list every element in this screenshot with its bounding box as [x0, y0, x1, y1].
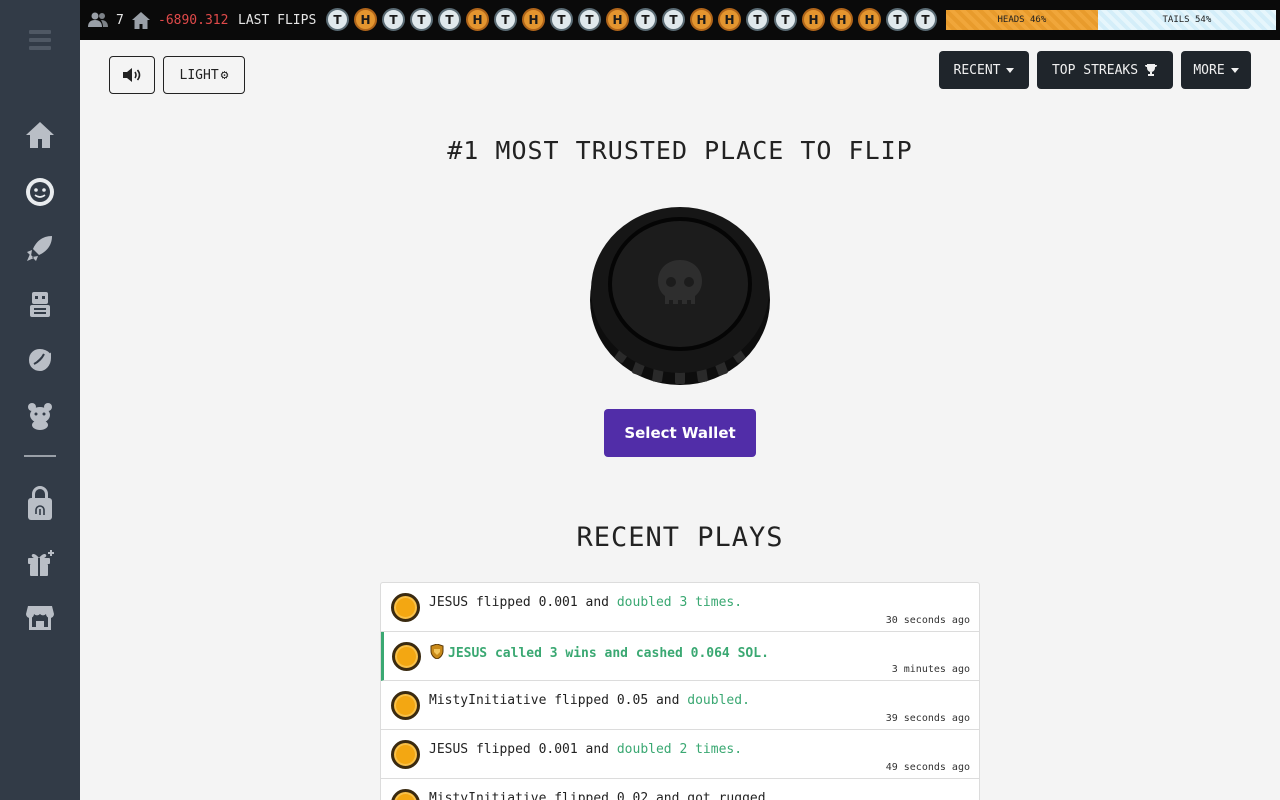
play-time: 30 seconds ago: [885, 615, 970, 626]
tails-flip-icon: T: [914, 8, 937, 31]
coin-face-icon[interactable]: [22, 174, 58, 210]
house-icon: [132, 11, 150, 29]
bear-icon[interactable]: [22, 398, 58, 434]
heads-segment: HEADS 46%: [946, 10, 1098, 30]
heads-coin-icon: [391, 789, 420, 800]
shield-icon: [430, 644, 444, 659]
caret-down-icon: [1006, 67, 1015, 73]
last-flips-label: LAST FLIPS: [238, 12, 317, 28]
play-time: 3 minutes ago: [891, 664, 970, 675]
list-item[interactable]: JESUS flipped 0.001 and doubled 2 times.…: [381, 730, 979, 779]
leaf-icon[interactable]: [22, 342, 58, 378]
list-item[interactable]: JESUS called 3 wins and cashed 0.064 SOL…: [381, 632, 979, 681]
heads-tails-ratio-bar: HEADS 46% TAILS 54%: [946, 10, 1276, 30]
more-dropdown-button[interactable]: MORE: [1181, 51, 1251, 89]
tails-flip-icon: T: [746, 8, 769, 31]
play-text: JESUS flipped 0.001 and doubled 3 times.: [429, 595, 742, 610]
play-text: MistyInitiative flipped 0.05 and doubled…: [429, 693, 750, 708]
tails-flip-icon: T: [550, 8, 573, 31]
recent-plays-list: JESUS flipped 0.001 and doubled 3 times.…: [380, 582, 980, 800]
heads-coin-icon: [391, 740, 420, 769]
play-prefix: JESUS flipped 0.001 and: [429, 742, 617, 757]
house-stats: -6890.312: [132, 0, 228, 40]
rocket-icon[interactable]: [22, 230, 58, 266]
heads-coin-icon: [391, 593, 420, 622]
trophy-icon: [1145, 64, 1158, 76]
play-prefix: JESUS flipped 0.001 and: [429, 595, 617, 610]
users-icon: [88, 12, 108, 27]
play-time: 39 seconds ago: [885, 713, 970, 724]
heads-flip-icon: H: [830, 8, 853, 31]
play-text: JESUS flipped 0.001 and doubled 2 times.: [429, 742, 742, 757]
heads-flip-icon: H: [858, 8, 881, 31]
heads-flip-icon: H: [606, 8, 629, 31]
page-headline: #1 MOST TRUSTED PLACE TO FLIP: [447, 136, 913, 165]
online-count: 7: [116, 12, 124, 28]
menu-icon[interactable]: [22, 22, 58, 58]
sound-toggle-button[interactable]: [109, 56, 155, 94]
heads-flip-icon: H: [466, 8, 489, 31]
tails-flip-icon: T: [662, 8, 685, 31]
fingerprint-lock-icon[interactable]: [22, 480, 58, 524]
recent-dropdown-button[interactable]: RECENT: [939, 51, 1029, 89]
play-result: doubled 2 times.: [616, 742, 743, 757]
volume-icon: [123, 68, 141, 82]
last-flips-strip: THTTTHTHTTHTTHHTTHHHTT: [326, 8, 942, 32]
house-balance: -6890.312: [158, 12, 229, 28]
play-result: doubled.: [687, 693, 750, 708]
sidebar-divider: [24, 455, 56, 457]
store-icon[interactable]: [22, 600, 58, 636]
heads-coin-icon: [391, 691, 420, 720]
play-result: doubled 3 times.: [616, 595, 743, 610]
tails-flip-icon: T: [438, 8, 461, 31]
heads-flip-icon: H: [802, 8, 825, 31]
heads-flip-icon: H: [522, 8, 545, 31]
list-item[interactable]: MistyInitiative flipped 0.05 and doubled…: [381, 681, 979, 730]
heads-flip-icon: H: [690, 8, 713, 31]
play-text: JESUS called 3 wins and cashed 0.064 SOL…: [430, 644, 769, 661]
robot-icon[interactable]: [22, 286, 58, 322]
select-wallet-button[interactable]: Select Wallet: [604, 409, 756, 457]
play-time: 49 seconds ago: [885, 762, 970, 773]
tails-flip-icon: T: [410, 8, 433, 31]
tails-flip-icon: T: [326, 8, 349, 31]
list-item[interactable]: MistyInitiative flipped 0.02 and got rug…: [381, 779, 979, 800]
theme-label: LIGHT: [179, 67, 219, 83]
recent-plays-title: RECENT PLAYS: [576, 522, 784, 553]
play-result: JESUS called 3 wins and cashed 0.064 SOL…: [448, 646, 769, 661]
top-bar: 7 -6890.312 LAST FLIPS THTTTHTHTTHTTHHTT…: [80, 0, 1280, 40]
tails-segment: TAILS 54%: [1097, 10, 1276, 30]
gear-icon: ⚙: [220, 67, 229, 83]
list-item[interactable]: JESUS flipped 0.001 and doubled 3 times.…: [381, 583, 979, 632]
heads-coin-icon: [392, 642, 421, 671]
heads-flip-icon: H: [354, 8, 377, 31]
flip-coin[interactable]: [589, 200, 771, 386]
home-icon[interactable]: [22, 117, 58, 153]
top-streaks-button[interactable]: TOP STREAKS: [1037, 51, 1173, 89]
more-label: MORE: [1193, 62, 1225, 78]
top-streaks-label: TOP STREAKS: [1051, 62, 1139, 78]
play-prefix: MistyInitiative flipped 0.05 and: [429, 693, 688, 708]
heads-flip-icon: H: [718, 8, 741, 31]
tails-flip-icon: T: [886, 8, 909, 31]
recent-label: RECENT: [953, 62, 1001, 78]
tails-flip-icon: T: [494, 8, 517, 31]
sidebar: [0, 0, 80, 800]
tails-flip-icon: T: [382, 8, 405, 31]
caret-down-icon: [1230, 67, 1239, 73]
gift-icon[interactable]: [22, 545, 58, 581]
theme-toggle-button[interactable]: LIGHT ⚙: [163, 56, 245, 94]
tails-flip-icon: T: [634, 8, 657, 31]
online-users: 7: [88, 0, 124, 40]
play-prefix: MistyInitiative flipped 0.02 and got rug…: [429, 791, 774, 800]
tails-flip-icon: T: [774, 8, 797, 31]
play-text: MistyInitiative flipped 0.02 and got rug…: [429, 791, 773, 800]
tails-flip-icon: T: [578, 8, 601, 31]
